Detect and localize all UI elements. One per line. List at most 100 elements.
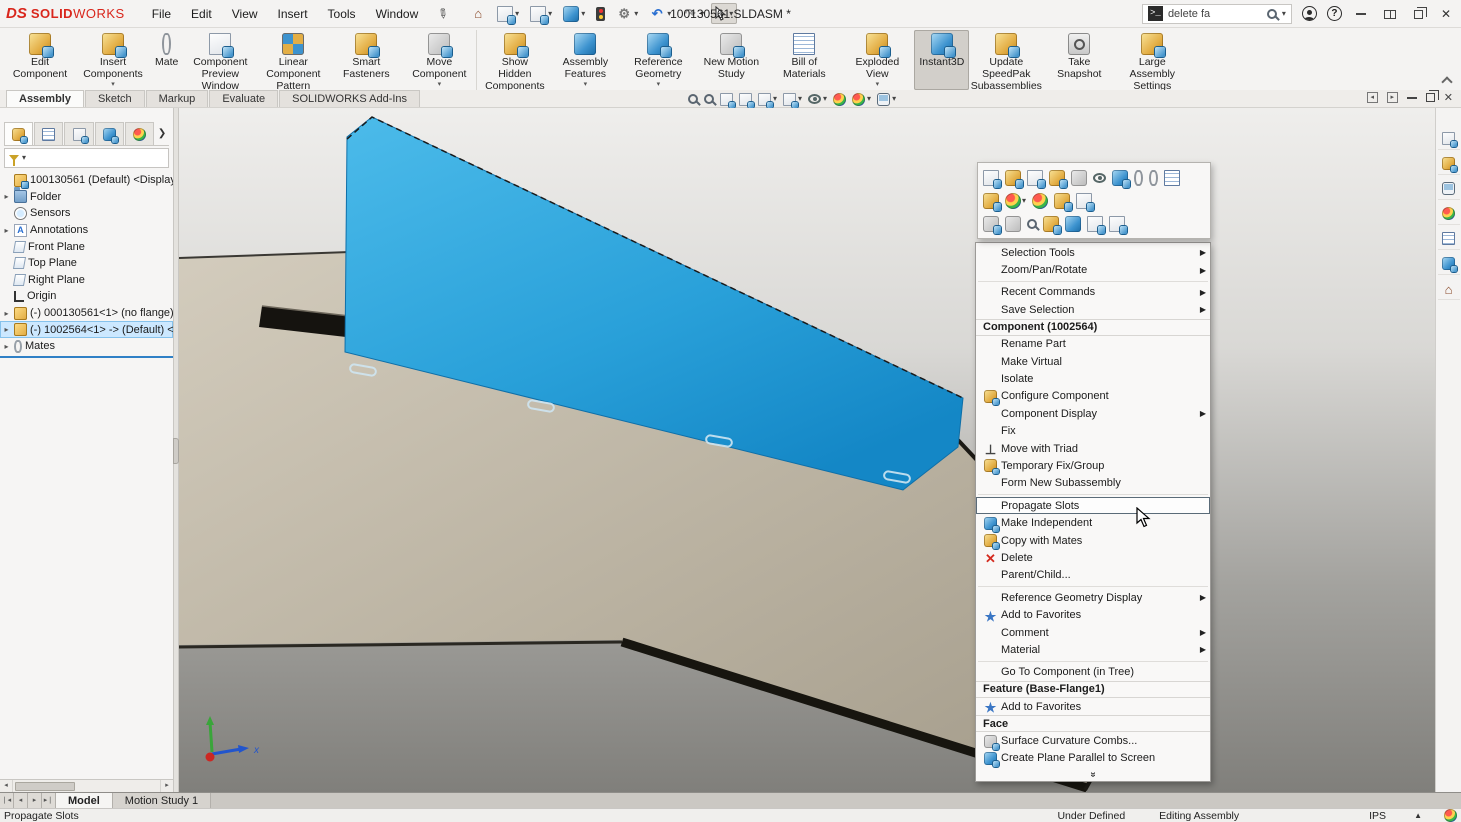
menu-item-zoom-pan-rotate[interactable]: Zoom/Pan/Rotate▶ [976,261,1210,278]
edit-appearance-button[interactable] [833,93,846,106]
tree-item-origin[interactable]: Origin [0,288,173,305]
tree-item-annotations[interactable]: ▸AAnnotations [0,222,173,239]
smart-fasteners-button[interactable]: Smart Fasteners [330,30,402,90]
configure-component-button[interactable] [1048,169,1066,187]
dimxpertmanager-tab[interactable] [95,122,124,145]
design-library-tab[interactable] [1438,153,1460,175]
menu-item-comment[interactable]: Comment▶ [976,624,1210,641]
select-other-button[interactable] [982,215,1000,233]
status-expand-icon[interactable]: ▲ [1414,811,1422,820]
propertymanager-tab[interactable] [34,122,63,145]
tab-first-icon[interactable]: ❘◂ [0,793,14,808]
tree-item-part[interactable]: ▸(-) 000130561<1> (no flange) <Di [0,305,173,322]
dropdown-icon[interactable]: ▾ [1022,197,1026,205]
open-part-button[interactable] [1004,169,1022,187]
pane-left-button[interactable]: ◂ [1367,92,1378,103]
menu-item-configure-component[interactable]: Configure Component [976,388,1210,405]
traffic-light-button[interactable] [592,4,609,24]
expander-icon[interactable]: ▸ [2,226,11,235]
menu-item-propagate-slots[interactable]: Propagate Slots [976,497,1210,514]
assembly-features-button[interactable]: Assembly Features▾ [549,30,621,90]
search-icon[interactable] [1267,9,1277,19]
view-orientation-button[interactable]: ▾ [758,93,777,106]
appearances-button[interactable]: ▾ [1004,192,1027,210]
update-speedpak-subassemblies-button[interactable]: Update SpeedPak Subassemblies [970,30,1042,90]
menu-item-surface-curvature-combs-[interactable]: Surface Curvature Combs... [976,732,1210,749]
home-tab[interactable]: ⌂ [1438,278,1460,300]
menu-edit[interactable]: Edit [182,3,221,25]
menu-item-recent-commands[interactable]: Recent Commands▶ [976,284,1210,301]
move-component-button[interactable]: Move Component▾ [403,30,475,90]
component-display-button[interactable] [1031,192,1049,210]
component-preview-window-button[interactable] [1026,169,1044,187]
menu-insert[interactable]: Insert [269,3,317,25]
apply-scene-button[interactable]: ▾ [852,93,871,106]
dropdown-icon[interactable]: ▾ [657,81,661,89]
smart-fasteners-button[interactable] [1148,169,1159,187]
menu-item-reference-geometry-display[interactable]: Reference Geometry Display▶ [976,589,1210,606]
dropdown-icon[interactable]: ▾ [111,81,115,89]
custom-properties-tab[interactable] [1438,228,1460,250]
dropdown-icon[interactable]: ▾ [438,81,442,89]
mate-button[interactable]: Mate [150,30,183,90]
menu-item-add-to-favorites[interactable]: ★Add to Favorites [976,698,1210,715]
edit-component-button[interactable]: Edit Component [4,30,76,90]
zoom-to-fit-button[interactable] [688,94,698,104]
filter-dropdown-icon[interactable]: ▾ [22,154,26,162]
model-canvas[interactable]: x [179,108,1435,792]
pane-right-button[interactable]: ▸ [1387,92,1398,103]
edit-sketch-button[interactable] [1070,169,1088,187]
scrollbar-thumb[interactable] [15,782,75,791]
mate-button[interactable] [1133,169,1144,187]
dropdown-icon[interactable]: ▾ [581,10,585,18]
edit-assembly-button[interactable] [982,192,1000,210]
tab-motion-study-1[interactable]: Motion Study 1 [113,793,211,808]
dropdown-icon[interactable]: ▾ [876,81,880,89]
reference-geometry-button[interactable]: Reference Geometry▾ [622,30,694,90]
dropdown-icon[interactable]: ▾ [548,10,552,18]
menu-item-delete[interactable]: ✕Delete [976,549,1210,566]
status-tag-icon[interactable] [1444,809,1457,822]
tree-item-plane[interactable]: Right Plane [0,272,173,289]
scroll-right-icon[interactable]: ▸ [160,780,173,792]
menu-item-move-with-triad[interactable]: ⊥Move with Triad [976,440,1210,457]
options-gear-button[interactable]: ⚙▾ [612,3,642,25]
dropdown-icon[interactable]: ▾ [867,95,871,103]
large-assembly-settings-button[interactable]: Large Assembly Settings [1116,30,1188,90]
dropdown-icon[interactable]: ▾ [584,81,588,89]
menu-item-rename-part[interactable]: Rename Part [976,336,1210,353]
graphics-viewport[interactable]: x [179,108,1435,792]
tree-item-plane[interactable]: Top Plane [0,255,173,272]
previous-view-button[interactable] [720,93,733,106]
menu-item-create-plane-parallel-to-screen[interactable]: Create Plane Parallel to Screen [976,750,1210,767]
menu-window[interactable]: Window [367,3,428,25]
menu-file[interactable]: File [143,3,180,25]
menu-tools[interactable]: Tools [319,3,365,25]
bill-of-materials-button[interactable]: Bill of Materials [768,30,840,90]
move-with-triad-button[interactable] [1053,192,1071,210]
restore-button[interactable] [1426,92,1435,104]
view-settings-button[interactable]: ▾ [877,93,896,106]
search-dropdown-icon[interactable]: ▾ [1282,10,1286,18]
close-button[interactable]: ✕ [1444,91,1453,104]
open-button[interactable]: ▾ [526,3,556,25]
menu-item-selection-tools[interactable]: Selection Tools▶ [976,244,1210,261]
menu-item-add-to-favorites[interactable]: ★Add to Favorites [976,606,1210,623]
tree-item-assembly[interactable]: 100130561 (Default) <Display State-1> [0,172,173,189]
dropdown-icon[interactable]: ▾ [634,10,638,18]
menu-item-copy-with-mates[interactable]: Copy with Mates [976,532,1210,549]
dropdown-icon[interactable]: ▾ [515,10,519,18]
restore-button[interactable] [1410,7,1427,21]
appearances-scenes-tab[interactable] [1438,203,1460,225]
menu-view[interactable]: View [223,3,267,25]
instant3d-button[interactable]: Instant3D [914,30,969,90]
menu-item-temporary-fix-group[interactable]: Temporary Fix/Group [976,457,1210,474]
solidworks-resources-tab[interactable] [1438,128,1460,150]
display-style-button[interactable]: ▾ [783,93,802,106]
new-document-button[interactable]: ▾ [493,3,523,25]
menu-item-form-new-subassembly[interactable]: Form New Subassembly [976,475,1210,492]
menu-expander[interactable]: » [976,767,1210,780]
home-button[interactable]: ⌂ [466,3,490,25]
expand-arrow-tab[interactable]: ❯ [155,122,169,145]
isometric-view-button[interactable] [1086,215,1104,233]
